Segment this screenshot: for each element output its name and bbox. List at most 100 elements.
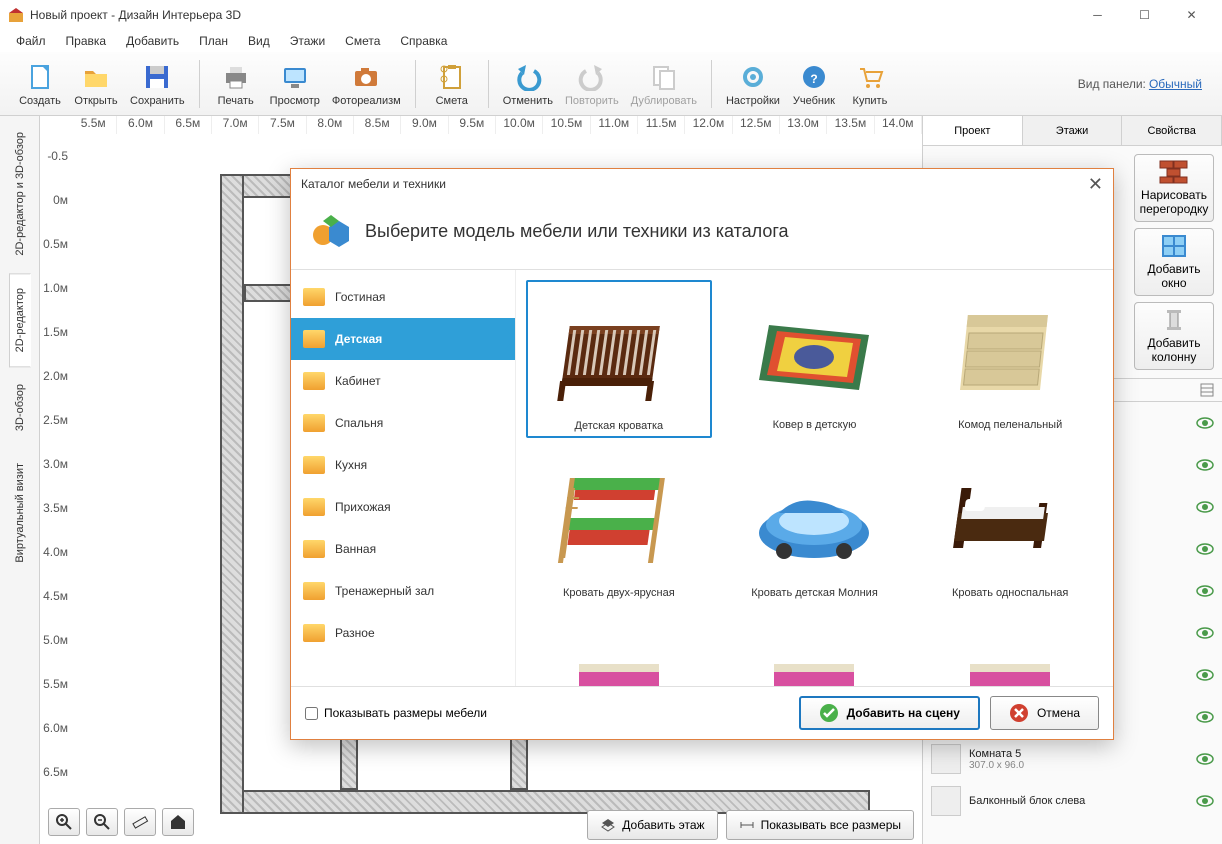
cancel-button[interactable]: Отмена — [990, 696, 1099, 730]
redo-button: Повторить — [559, 56, 625, 112]
print-button[interactable]: Печать — [208, 56, 264, 112]
furniture-item-1[interactable]: Ковер в детскую — [722, 280, 908, 438]
photoreal-button[interactable]: Фотореализм — [326, 56, 407, 112]
menu-Вид[interactable]: Вид — [240, 32, 278, 50]
right-tab-2[interactable]: Свойства — [1122, 116, 1222, 145]
column-button[interactable]: Добавить колонну — [1134, 302, 1214, 370]
view-tab-1[interactable]: 2D-редактор — [9, 273, 31, 367]
partition-icon — [1159, 160, 1189, 184]
menu-Смета[interactable]: Смета — [337, 32, 388, 50]
settings-button[interactable]: Настройки — [720, 56, 786, 112]
visibility-eye-icon[interactable] — [1196, 627, 1214, 639]
menu-Правка[interactable]: Правка — [58, 32, 115, 50]
menu-Справка[interactable]: Справка — [392, 32, 455, 50]
right-tab-1[interactable]: Этажи — [1023, 116, 1123, 145]
show-dimensions-button[interactable]: Показывать все размеры — [726, 810, 914, 840]
visibility-eye-icon[interactable] — [1196, 417, 1214, 429]
visibility-eye-icon[interactable] — [1196, 501, 1214, 513]
redo-icon — [576, 61, 608, 93]
folder-icon — [303, 372, 325, 390]
furniture-grid[interactable]: Детская кроваткаКовер в детскуюКомод пел… — [515, 270, 1113, 686]
window-icon — [1159, 234, 1189, 258]
dialog-close-button[interactable]: ✕ — [1088, 174, 1103, 195]
catalog-logo-icon — [311, 211, 351, 251]
list-view-icon[interactable] — [1200, 383, 1214, 397]
zoom-out-button[interactable] — [86, 808, 118, 836]
visibility-eye-icon[interactable] — [1196, 753, 1214, 765]
category-5[interactable]: Прихожая — [291, 486, 515, 528]
furniture-item-8[interactable] — [917, 614, 1103, 686]
undo-button[interactable]: Отменить — [497, 56, 559, 112]
close-button[interactable]: ✕ — [1169, 1, 1214, 29]
category-3[interactable]: Спальня — [291, 402, 515, 444]
category-list[interactable]: ГостинаяДетскаяКабинетСпальняКухняПрихож… — [291, 270, 515, 686]
menu-Файл[interactable]: Файл — [8, 32, 54, 50]
window-button[interactable]: Добавить окно — [1134, 228, 1214, 296]
maximize-button[interactable]: ☐ — [1122, 1, 1167, 29]
view-tab-0[interactable]: 2D-редактор и 3D-обзор — [9, 117, 31, 271]
duplicate-icon — [648, 61, 680, 93]
open-button[interactable]: Открыть — [68, 56, 124, 112]
buy-button[interactable]: Купить — [842, 56, 898, 112]
visibility-eye-icon[interactable] — [1196, 459, 1214, 471]
furniture-item-0[interactable]: Детская кроватка — [526, 280, 712, 438]
dialog-title: Каталог мебели и техники — [301, 177, 446, 191]
svg-text:?: ? — [810, 72, 817, 86]
add-to-scene-button[interactable]: Добавить на сцену — [799, 696, 980, 730]
zoom-in-button[interactable] — [48, 808, 80, 836]
tutorial-button[interactable]: ?Учебник — [786, 56, 842, 112]
furniture-item-2[interactable]: Комод пеленальный — [917, 280, 1103, 438]
layers-icon — [600, 817, 616, 833]
ruler-button[interactable] — [124, 808, 156, 836]
category-6[interactable]: Ванная — [291, 528, 515, 570]
furniture-item-5[interactable]: Кровать односпальная — [917, 448, 1103, 604]
visibility-eye-icon[interactable] — [1196, 711, 1214, 723]
folder-icon — [303, 498, 325, 516]
furniture-thumb — [739, 453, 889, 583]
furniture-item-4[interactable]: Кровать детская Молния — [722, 448, 908, 604]
folder-icon — [303, 456, 325, 474]
visibility-eye-icon[interactable] — [1196, 543, 1214, 555]
folder-icon — [303, 330, 325, 348]
furniture-thumb — [935, 453, 1085, 583]
preview-button[interactable]: Просмотр — [264, 56, 326, 112]
furniture-catalog-dialog: Каталог мебели и техники ✕ Выберите моде… — [290, 168, 1114, 740]
category-4[interactable]: Кухня — [291, 444, 515, 486]
object-row[interactable]: Балконный блок слева — [923, 780, 1222, 822]
category-0[interactable]: Гостиная — [291, 276, 515, 318]
save-button[interactable]: Сохранить — [124, 56, 191, 112]
visibility-eye-icon[interactable] — [1196, 795, 1214, 807]
duplicate-button: Дублировать — [625, 56, 703, 112]
visibility-eye-icon[interactable] — [1196, 585, 1214, 597]
view-tab-2[interactable]: 3D-обзор — [9, 369, 31, 446]
category-8[interactable]: Разное — [291, 612, 515, 654]
settings-icon — [737, 61, 769, 93]
dialog-titlebar: Каталог мебели и техники ✕ — [291, 169, 1113, 199]
panel-mode-link[interactable]: Обычный — [1149, 77, 1202, 91]
show-sizes-checkbox[interactable]: Показывать размеры мебели — [305, 706, 487, 720]
furniture-thumb — [739, 619, 889, 686]
create-button[interactable]: Создать — [12, 56, 68, 112]
object-row[interactable]: Комната 5307.0 x 96.0 — [923, 738, 1222, 780]
preview-icon — [279, 61, 311, 93]
folder-icon — [303, 624, 325, 642]
menu-Этажи[interactable]: Этажи — [282, 32, 333, 50]
visibility-eye-icon[interactable] — [1196, 669, 1214, 681]
save-icon — [141, 61, 173, 93]
view-tab-3[interactable]: Виртуальный визит — [9, 448, 31, 578]
menu-Добавить[interactable]: Добавить — [118, 32, 187, 50]
partition-button[interactable]: Нарисовать перегородку — [1134, 154, 1214, 222]
furniture-item-6[interactable] — [526, 614, 712, 686]
category-7[interactable]: Тренажерный зал — [291, 570, 515, 612]
home-button[interactable] — [162, 808, 194, 836]
window-title: Новый проект - Дизайн Интерьера 3D — [30, 8, 241, 22]
category-1[interactable]: Детская — [291, 318, 515, 360]
add-floor-button[interactable]: Добавить этаж — [587, 810, 717, 840]
right-tab-0[interactable]: Проект — [923, 116, 1023, 145]
menu-План[interactable]: План — [191, 32, 236, 50]
minimize-button[interactable]: ─ — [1075, 1, 1120, 29]
estimate-button[interactable]: Смета — [424, 56, 480, 112]
furniture-item-3[interactable]: Кровать двух-ярусная — [526, 448, 712, 604]
category-2[interactable]: Кабинет — [291, 360, 515, 402]
furniture-item-7[interactable] — [722, 614, 908, 686]
